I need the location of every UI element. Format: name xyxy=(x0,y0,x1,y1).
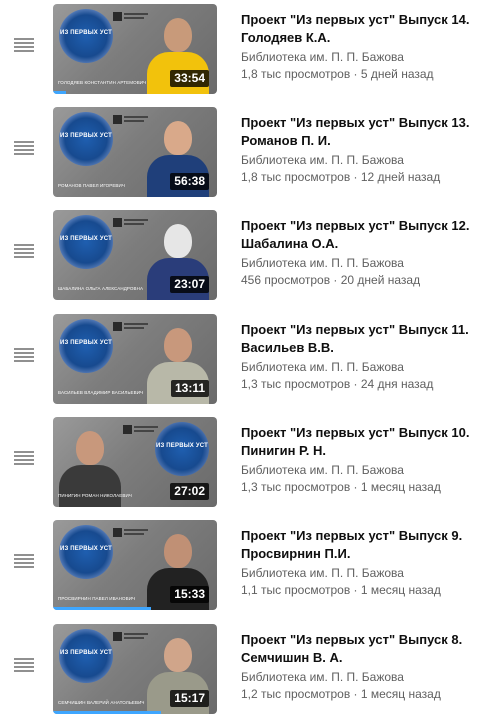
drag-handle-icon[interactable] xyxy=(14,348,34,364)
video-stats: 1,8 тыс просмотров · 12 дней назад xyxy=(241,170,441,184)
video-title[interactable]: Проект "Из первых уст" Выпуск 10. Пиниги… xyxy=(241,424,477,460)
playlist-item[interactable]: ИЗ ПЕРВЫХ УСТ ШАБАЛИНА ОЛЬГА АЛЕКСАНДРОВ… xyxy=(0,206,484,300)
video-thumbnail[interactable]: ИЗ ПЕРВЫХ УСТ ПРОСВИРНИН ПАВЕЛ ИВАНОВИЧ … xyxy=(53,520,217,610)
drag-handle-icon[interactable] xyxy=(14,451,34,467)
duration-badge: 13:11 xyxy=(170,380,209,397)
video-stats: 1,2 тыс просмотров · 1 месяц назад xyxy=(241,687,441,701)
video-stats: 1,3 тыс просмотров · 24 дня назад xyxy=(241,377,434,391)
video-meta: Проект "Из первых уст" Выпуск 8. Семчиши… xyxy=(241,631,477,703)
video-title[interactable]: Проект "Из первых уст" Выпуск 12. Шабали… xyxy=(241,217,477,253)
video-thumbnail[interactable]: ИЗ ПЕРВЫХ УСТ РОМАНОВ ПАВЕЛ ИГОРЕВИЧ 56:… xyxy=(53,107,217,197)
video-thumbnail[interactable]: ИЗ ПЕРВЫХ УСТ ПИНИГИН РОМАН НИКОЛАЕВИЧ 2… xyxy=(53,417,217,507)
video-title[interactable]: Проект "Из первых уст" Выпуск 8. Семчиши… xyxy=(241,631,477,667)
video-stats: 456 просмотров · 20 дней назад xyxy=(241,273,421,287)
video-meta: Проект "Из первых уст" Выпуск 13. Романо… xyxy=(241,114,477,186)
video-thumbnail[interactable]: ИЗ ПЕРВЫХ УСТ ВАСИЛЬЕВ ВЛАДИМИР ВАСИЛЬЕВ… xyxy=(53,314,217,404)
channel-name[interactable]: Библиотека им. П. П. Бажова xyxy=(241,49,477,66)
duration-badge: 56:38 xyxy=(170,173,209,190)
project-logo: ИЗ ПЕРВЫХ УСТ xyxy=(59,9,113,63)
channel-name[interactable]: Библиотека им. П. П. Бажова xyxy=(241,255,477,272)
playlist-item[interactable]: ИЗ ПЕРВЫХ УСТ ВАСИЛЬЕВ ВЛАДИМИР ВАСИЛЬЕВ… xyxy=(0,310,484,404)
duration-badge: 33:54 xyxy=(170,70,209,87)
thumbnail-caption: ШАБАЛИНА ОЛЬГА АЛЕКСАНДРОВНА xyxy=(58,286,144,291)
drag-handle-icon[interactable] xyxy=(14,658,34,674)
video-meta: Проект "Из первых уст" Выпуск 9. Просвир… xyxy=(241,527,477,599)
video-title[interactable]: Проект "Из первых уст" Выпуск 11. Василь… xyxy=(241,321,477,357)
playlist-item[interactable]: ИЗ ПЕРВЫХ УСТ РОМАНОВ ПАВЕЛ ИГОРЕВИЧ 56:… xyxy=(0,103,484,197)
library-logo-icon xyxy=(123,425,159,435)
video-thumbnail[interactable]: ИЗ ПЕРВЫХ УСТ ШАБАЛИНА ОЛЬГА АЛЕКСАНДРОВ… xyxy=(53,210,217,300)
library-logo-icon xyxy=(113,528,149,538)
video-meta: Проект "Из первых уст" Выпуск 11. Василь… xyxy=(241,321,477,393)
video-stats: 1,1 тыс просмотров · 1 месяц назад xyxy=(241,583,441,597)
library-logo-icon xyxy=(113,218,149,228)
watch-progress-bar xyxy=(53,607,152,610)
channel-name[interactable]: Библиотека им. П. П. Бажова xyxy=(241,359,477,376)
video-meta: Проект "Из первых уст" Выпуск 10. Пиниги… xyxy=(241,424,477,496)
thumbnail-caption: РОМАНОВ ПАВЕЛ ИГОРЕВИЧ xyxy=(58,183,125,188)
video-title[interactable]: Проект "Из первых уст" Выпуск 9. Просвир… xyxy=(241,527,477,563)
playlist-item[interactable]: ИЗ ПЕРВЫХ УСТ ПИНИГИН РОМАН НИКОЛАЕВИЧ 2… xyxy=(0,413,484,507)
library-logo-icon xyxy=(113,322,149,332)
duration-badge: 23:07 xyxy=(170,276,209,293)
playlist-item[interactable]: ИЗ ПЕРВЫХ УСТ СЕМЧИШИН ВАЛЕРИЙ АНАТОЛЬЕВ… xyxy=(0,620,484,714)
channel-name[interactable]: Библиотека им. П. П. Бажова xyxy=(241,462,477,479)
thumbnail-caption: ПРОСВИРНИН ПАВЕЛ ИВАНОВИЧ xyxy=(58,596,136,601)
drag-handle-icon[interactable] xyxy=(14,141,34,157)
library-logo-icon xyxy=(113,12,149,22)
watch-progress-bar xyxy=(53,711,162,714)
video-thumbnail[interactable]: ИЗ ПЕРВЫХ УСТ ГОЛОДЯЕВ КОНСТАНТИН АРТЕМО… xyxy=(53,4,217,94)
channel-name[interactable]: Библиотека им. П. П. Бажова xyxy=(241,152,477,169)
project-logo: ИЗ ПЕРВЫХ УСТ xyxy=(59,525,113,579)
thumbnail-caption: ПИНИГИН РОМАН НИКОЛАЕВИЧ xyxy=(58,493,132,498)
duration-badge: 15:33 xyxy=(170,586,209,603)
video-meta: Проект "Из первых уст" Выпуск 12. Шабали… xyxy=(241,217,477,289)
project-logo: ИЗ ПЕРВЫХ УСТ xyxy=(59,215,113,269)
thumbnail-caption: ВАСИЛЬЕВ ВЛАДИМИР ВАСИЛЬЕВИЧ xyxy=(58,390,144,395)
thumbnail-caption: СЕМЧИШИН ВАЛЕРИЙ АНАТОЛЬЕВИЧ xyxy=(58,700,145,705)
duration-badge: 15:17 xyxy=(170,690,209,707)
drag-handle-icon[interactable] xyxy=(14,244,34,260)
project-logo: ИЗ ПЕРВЫХ УСТ xyxy=(155,422,209,476)
playlist-item[interactable]: ИЗ ПЕРВЫХ УСТ ГОЛОДЯЕВ КОНСТАНТИН АРТЕМО… xyxy=(0,0,484,94)
channel-name[interactable]: Библиотека им. П. П. Бажова xyxy=(241,669,477,686)
video-title[interactable]: Проект "Из первых уст" Выпуск 14. Голодя… xyxy=(241,11,477,47)
library-logo-icon xyxy=(113,115,149,125)
drag-handle-icon[interactable] xyxy=(14,554,34,570)
video-stats: 1,8 тыс просмотров · 5 дней назад xyxy=(241,67,434,81)
video-title[interactable]: Проект "Из первых уст" Выпуск 13. Романо… xyxy=(241,114,477,150)
watch-progress-bar xyxy=(53,91,67,94)
video-thumbnail[interactable]: ИЗ ПЕРВЫХ УСТ СЕМЧИШИН ВАЛЕРИЙ АНАТОЛЬЕВ… xyxy=(53,624,217,714)
playlist-item[interactable]: ИЗ ПЕРВЫХ УСТ ПРОСВИРНИН ПАВЕЛ ИВАНОВИЧ … xyxy=(0,516,484,610)
drag-handle-icon[interactable] xyxy=(14,38,34,54)
project-logo: ИЗ ПЕРВЫХ УСТ xyxy=(59,319,113,373)
playlist: ИЗ ПЕРВЫХ УСТ ГОЛОДЯЕВ КОНСТАНТИН АРТЕМО… xyxy=(0,0,484,720)
channel-name[interactable]: Библиотека им. П. П. Бажова xyxy=(241,565,477,582)
video-meta: Проект "Из первых уст" Выпуск 14. Голодя… xyxy=(241,11,477,83)
duration-badge: 27:02 xyxy=(170,483,209,500)
video-stats: 1,3 тыс просмотров · 1 месяц назад xyxy=(241,480,441,494)
thumbnail-caption: ГОЛОДЯЕВ КОНСТАНТИН АРТЕМОВИЧ xyxy=(58,80,147,85)
project-logo: ИЗ ПЕРВЫХ УСТ xyxy=(59,629,113,683)
library-logo-icon xyxy=(113,632,149,642)
project-logo: ИЗ ПЕРВЫХ УСТ xyxy=(59,112,113,166)
